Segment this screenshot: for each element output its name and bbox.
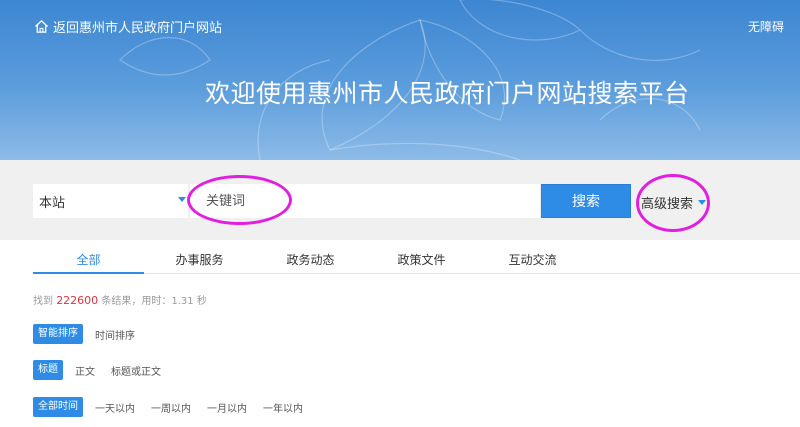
keyword-input[interactable] <box>190 184 540 218</box>
search-button[interactable]: 搜索 <box>541 184 631 218</box>
back-link-label: 返回惠州市人民政府门户网站 <box>53 20 223 36</box>
home-icon <box>34 19 49 33</box>
page-title: 欢迎使用惠州市人民政府门户网站搜索平台 <box>205 79 690 108</box>
tab-news[interactable]: 政务动态 <box>255 246 366 273</box>
sort-time-option[interactable]: 时间排序 <box>91 327 139 342</box>
field-body-option[interactable]: 正文 <box>71 363 99 378</box>
caret-down-icon <box>698 200 707 205</box>
advanced-search-toggle[interactable]: 高级搜索 <box>641 193 707 212</box>
result-stats: 找到 222600 条结果，用时：1.31 秒 <box>33 292 207 307</box>
result-suffix: 条结果，用时：1.31 秒 <box>101 296 207 307</box>
time-month-option[interactable]: 一月以内 <box>203 400 251 415</box>
tab-interaction[interactable]: 互动交流 <box>477 246 588 273</box>
field-title-or-body-option[interactable]: 标题或正文 <box>107 363 165 378</box>
field-filter-row: 标题 正文 标题或正文 <box>33 360 165 380</box>
back-to-portal-link[interactable]: 返回惠州市人民政府门户网站 <box>34 17 223 36</box>
result-prefix: 找到 <box>33 296 53 307</box>
tab-policies[interactable]: 政策文件 <box>366 246 477 273</box>
header-banner: 返回惠州市人民政府门户网站 无障碍 欢迎使用惠州市人民政府门户网站搜索平台 <box>0 0 800 160</box>
category-tabs: 全部 办事服务 政务动态 政策文件 互动交流 <box>33 246 800 274</box>
caret-down-icon <box>178 197 186 202</box>
time-all-option[interactable]: 全部时间 <box>33 397 83 417</box>
accessibility-link[interactable]: 无障碍 <box>748 18 784 35</box>
search-bar-area: 本站 搜索 高级搜索 <box>0 160 800 240</box>
tab-services[interactable]: 办事服务 <box>144 246 255 273</box>
result-count: 222600 <box>56 294 99 307</box>
time-day-option[interactable]: 一天以内 <box>91 400 139 415</box>
field-title-option[interactable]: 标题 <box>33 360 63 380</box>
tab-all[interactable]: 全部 <box>33 246 144 274</box>
time-filter-row: 全部时间 一天以内 一周以内 一月以内 一年以内 <box>33 397 307 417</box>
search-scope-select[interactable]: 本站 <box>33 184 188 218</box>
search-scope-value: 本站 <box>39 195 66 211</box>
time-week-option[interactable]: 一周以内 <box>147 400 195 415</box>
sort-filter-row: 智能排序 时间排序 <box>33 324 139 344</box>
advanced-search-label: 高级搜索 <box>641 197 694 212</box>
sort-smart-option[interactable]: 智能排序 <box>33 324 83 344</box>
time-year-option[interactable]: 一年以内 <box>259 400 307 415</box>
